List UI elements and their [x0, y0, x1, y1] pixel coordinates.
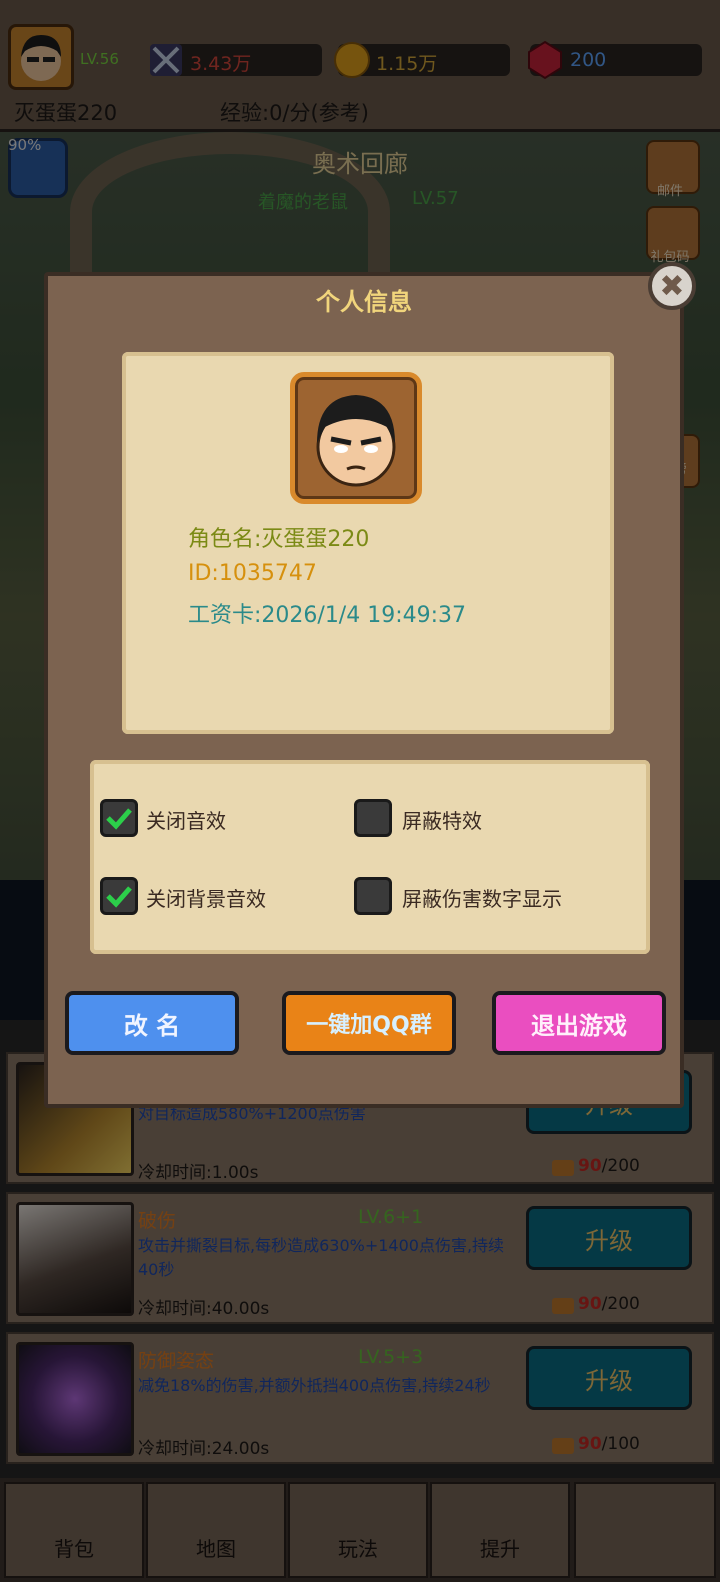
- close-icon: ✖: [659, 268, 685, 304]
- checkmark-icon: [106, 808, 132, 830]
- hide-effects-label: 屏蔽特效: [402, 809, 482, 833]
- hide-damage-numbers-label: 屏蔽伤害数字显示: [402, 887, 562, 911]
- rename-button[interactable]: 改 名: [65, 991, 239, 1055]
- character-id: ID:1035747: [188, 561, 317, 586]
- bgm-off-label: 关闭背景音效: [146, 887, 266, 911]
- hide-effects-checkbox[interactable]: [354, 799, 392, 837]
- join-qq-group-button[interactable]: 一键加QQ群: [282, 991, 456, 1055]
- settings-card: [90, 760, 650, 954]
- sound-off-checkbox[interactable]: [100, 799, 138, 837]
- close-button[interactable]: ✖: [648, 262, 696, 310]
- sound-off-label: 关闭音效: [146, 809, 226, 833]
- checkmark-icon: [106, 886, 132, 908]
- hide-damage-numbers-checkbox[interactable]: [354, 877, 392, 915]
- character-portrait: [290, 372, 422, 504]
- exit-game-button[interactable]: 退出游戏: [492, 991, 666, 1055]
- wage-card: 工资卡:2026/1/4 19:49:37: [188, 603, 467, 628]
- bgm-off-checkbox[interactable]: [100, 877, 138, 915]
- character-name: 角色名:灭蛋蛋220: [188, 527, 370, 552]
- dialog-title: 个人信息: [316, 288, 412, 316]
